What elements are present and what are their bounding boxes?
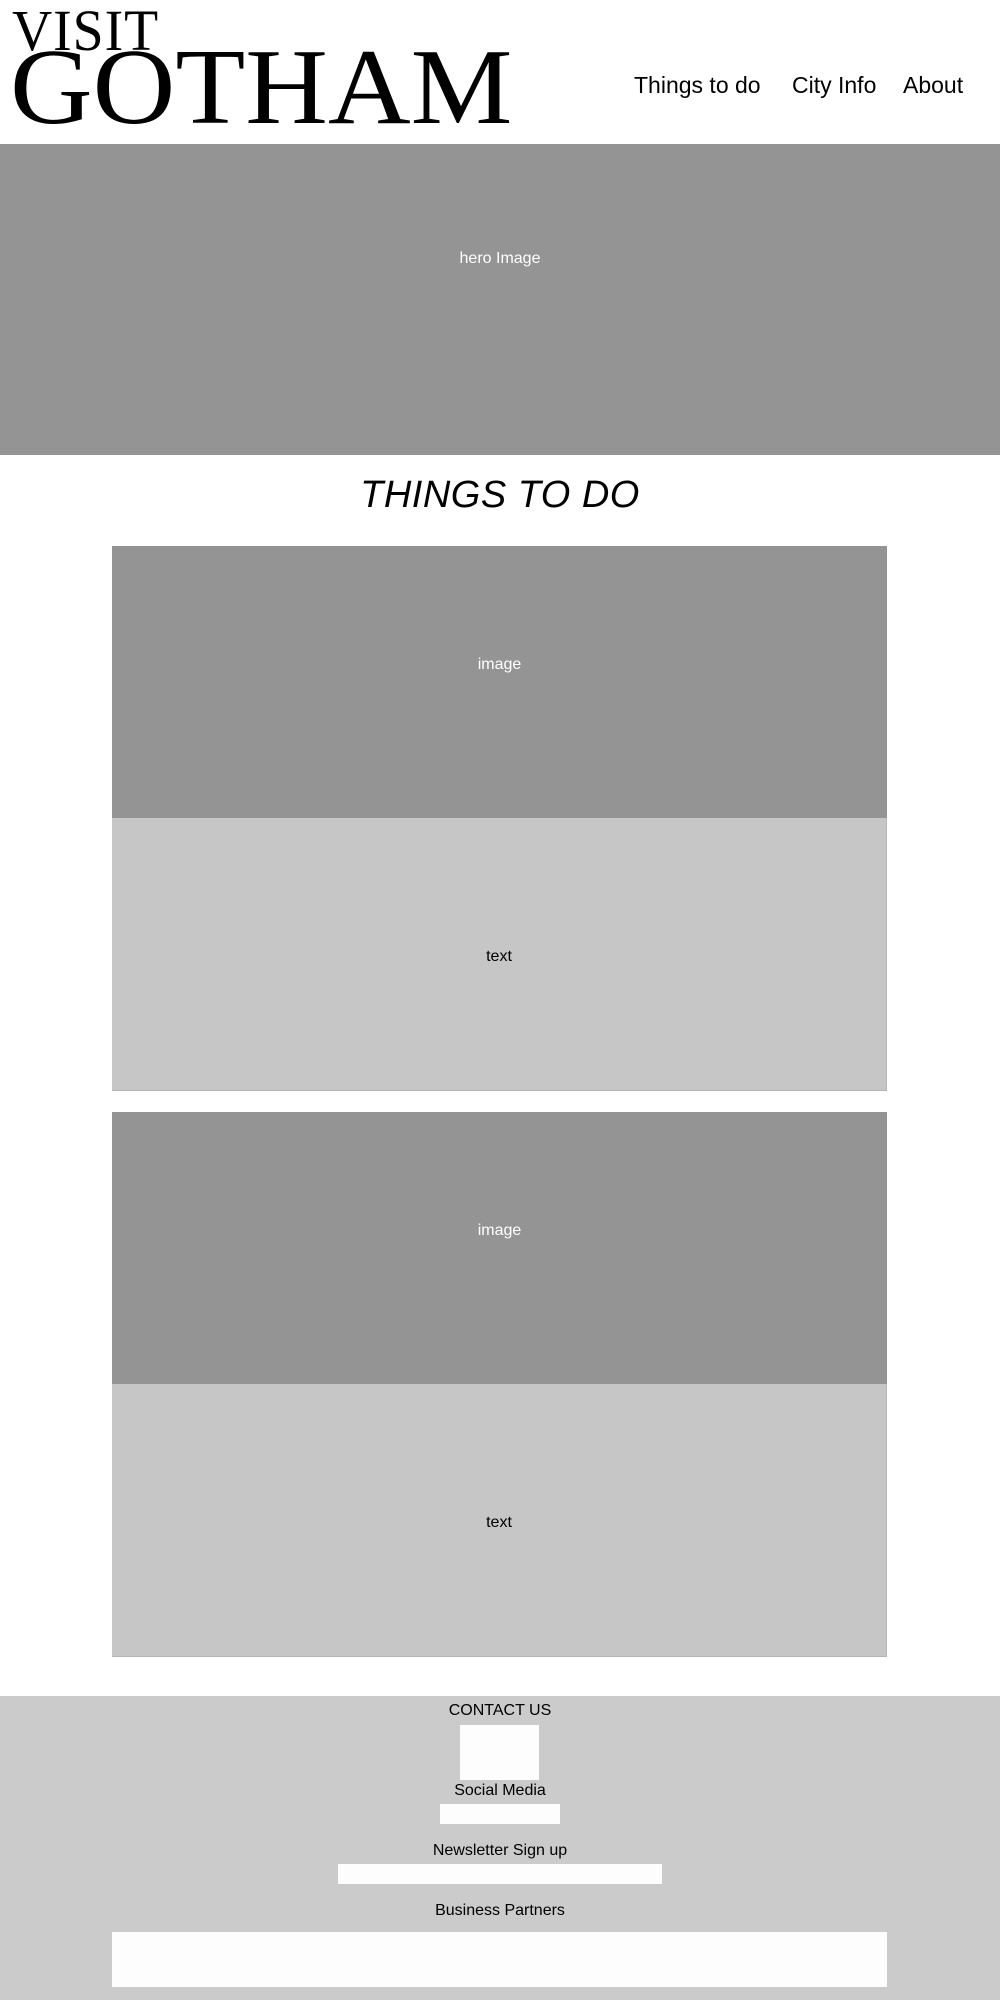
newsletter-email-input[interactable] [338,1864,662,1884]
nav-item-about[interactable]: About [903,72,963,106]
nav-item-things-to-do[interactable]: Things to do [634,72,761,106]
card-image-placeholder: image [112,1112,887,1384]
business-partners-heading: Business Partners [435,1902,565,1919]
things-card[interactable]: image text [112,1112,887,1657]
card-image-placeholder: image [112,546,887,818]
card-text-placeholder: text [112,818,887,1091]
business-partners-box[interactable] [112,1932,887,1987]
card-text-placeholder: text [112,1384,887,1657]
site-header: VISIT GOTHAM Things to do City Info Abou… [0,0,1000,143]
things-card[interactable]: image text [112,546,887,1091]
social-media-links[interactable] [440,1804,560,1824]
contact-box[interactable] [460,1725,539,1780]
contact-heading: CONTACT US [448,1702,552,1719]
social-media-heading: Social Media [454,1782,546,1799]
site-footer: CONTACT US Social Media Newsletter Sign … [0,1696,1000,2000]
section-title: THINGS TO DO [360,474,640,516]
nav-item-city-info[interactable]: City Info [792,72,876,106]
hero-image-label: hero Image [459,250,541,267]
newsletter-heading: Newsletter Sign up [432,1842,568,1859]
card-text-label: text [486,948,512,965]
card-image-label: image [477,1222,522,1239]
logo-line-gotham: GOTHAM [10,28,513,147]
logo[interactable]: VISIT GOTHAM [10,0,513,147]
hero-image-placeholder: hero Image [0,144,1000,455]
card-image-label: image [477,656,522,673]
card-text-label: text [486,1514,512,1531]
